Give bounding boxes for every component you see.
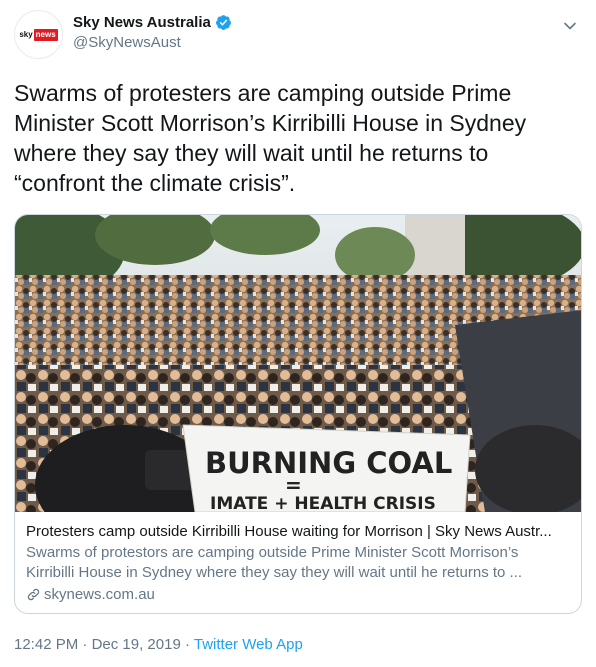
banner-text-1: BURNING COAL xyxy=(205,446,452,480)
author-block: Sky News Australia @SkyNewsAust xyxy=(73,14,232,51)
card-domain[interactable]: skynews.com.au xyxy=(26,586,570,603)
tweet-header: sky news Sky News Australia @SkyNewsAust xyxy=(14,10,582,66)
logo-news-text: news xyxy=(33,28,58,41)
card-description: Swarms of protestors are camping outside… xyxy=(26,544,523,581)
link-icon xyxy=(27,588,40,601)
meta-separator: · xyxy=(78,636,92,653)
card-body: Protesters camp outside Kirribilli House… xyxy=(15,512,581,603)
card-title: Protesters camp outside Kirribilli House… xyxy=(26,523,552,540)
tweet-source[interactable]: Twitter Web App xyxy=(194,636,303,653)
avatar[interactable]: sky news xyxy=(14,10,63,59)
tweet-time[interactable]: 12:42 PM xyxy=(14,636,78,653)
handle[interactable]: @SkyNewsAust xyxy=(73,34,232,51)
tweet-meta: 12:42 PM · Dec 19, 2019 · Twitter Web Ap… xyxy=(14,636,303,653)
tweet: sky news Sky News Australia @SkyNewsAust… xyxy=(0,0,596,667)
card-domain-text: skynews.com.au xyxy=(44,586,155,603)
tweet-date[interactable]: Dec 19, 2019 xyxy=(92,636,181,653)
tweet-text: Swarms of protesters are camping outside… xyxy=(14,80,527,196)
verified-badge-icon xyxy=(215,15,231,30)
meta-separator: · xyxy=(180,636,194,653)
banner-text-2: IMATE + HEALTH CRISIS xyxy=(210,494,436,512)
card-image[interactable]: BURNING COAL = IMATE + HEALTH CRISIS xyxy=(15,215,582,512)
logo-sky-text: sky xyxy=(19,29,33,39)
display-name[interactable]: Sky News Australia xyxy=(73,14,211,31)
link-card[interactable]: BURNING COAL = IMATE + HEALTH CRISIS Pro… xyxy=(14,214,582,614)
sky-news-logo: sky news xyxy=(19,28,58,41)
chevron-down-icon[interactable] xyxy=(562,18,578,34)
